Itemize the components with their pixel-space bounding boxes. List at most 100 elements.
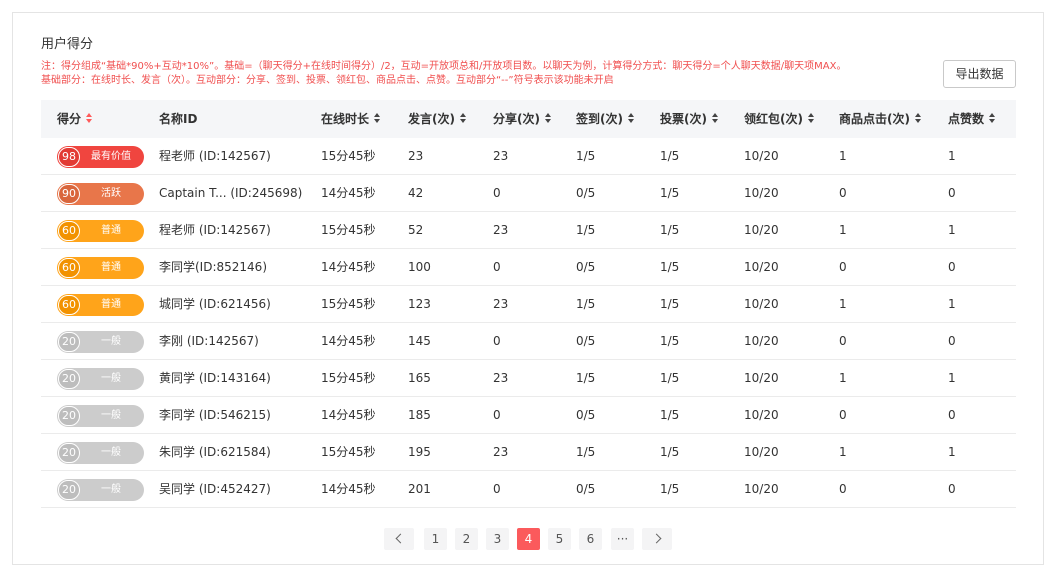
page-5-button[interactable]: 5: [548, 528, 571, 550]
cell-redpack: 10/20: [744, 445, 779, 459]
score-value: 20: [58, 332, 80, 352]
cell-vote: 1/5: [660, 408, 680, 422]
cell-checkin: 0/5: [576, 334, 596, 348]
cell-speak: 123: [408, 297, 431, 311]
sort-icon[interactable]: [989, 113, 996, 124]
score-badge: 60 普通: [57, 220, 144, 242]
cell-redpack: 10/20: [744, 408, 779, 422]
sort-icon[interactable]: [627, 113, 635, 124]
sort-icon[interactable]: [86, 113, 93, 124]
column-header-vote[interactable]: 投票(次): [660, 100, 719, 138]
cell-share: 23: [493, 445, 509, 459]
score-value: 98: [58, 147, 80, 167]
cell-online-time: 15分45秒: [321, 223, 376, 237]
cell-speak: 165: [408, 371, 431, 385]
tier-label: 普通: [101, 299, 121, 310]
score-value: 60: [58, 295, 80, 315]
score-note-line-2: 基础部分：在线时长、发言（次）。互动部分：分享、签到、投票、领红包、商品点击、点…: [41, 75, 614, 86]
cell-speak: 23: [408, 149, 424, 163]
cell-product-click: 0: [839, 260, 847, 274]
tier-label: 一般: [101, 410, 121, 421]
cell-online-time: 15分45秒: [321, 371, 376, 385]
cell-like: 1: [948, 223, 956, 237]
column-header-redpack[interactable]: 领红包(次): [744, 100, 815, 138]
cell-share: 0: [493, 482, 501, 496]
cell-online-time: 14分45秒: [321, 260, 376, 274]
page-ellipsis[interactable]: ···: [611, 528, 634, 550]
cell-checkin: 0/5: [576, 482, 596, 496]
column-header-checkin[interactable]: 签到(次): [576, 100, 635, 138]
cell-online-time: 14分45秒: [321, 186, 376, 200]
score-badge: 20 一般: [57, 405, 144, 427]
cell-speak: 201: [408, 482, 431, 496]
table-row: 20 一般 李同学 (ID:546215) 14分45秒 185 0 0/5 1/5 10/20…: [41, 397, 1016, 434]
score-value: 60: [58, 258, 80, 278]
tier-label: 一般: [101, 336, 121, 347]
cell-online-time: 14分45秒: [321, 408, 376, 422]
column-header-share[interactable]: 分享(次): [493, 100, 552, 138]
cell-name: 李同学(ID:852146): [159, 260, 267, 274]
column-header-label: 名称ID: [159, 112, 198, 126]
score-note: 注：得分组成“基础*90%+互动*10%”。基础=（聊天得分+在线时间得分）/2…: [41, 60, 921, 88]
column-header-label: 发言(次): [408, 112, 455, 126]
column-header-speak[interactable]: 发言(次): [408, 100, 467, 138]
cell-share: 23: [493, 371, 509, 385]
cell-vote: 1/5: [660, 445, 680, 459]
score-value: 90: [58, 184, 80, 204]
sort-icon[interactable]: [459, 113, 467, 124]
cell-checkin: 0/5: [576, 186, 596, 200]
tier-label: 普通: [101, 225, 121, 236]
table-row: 20 一般 黄同学 (ID:143164) 15分45秒 165 23 1/5 1/5 10/2…: [41, 360, 1016, 397]
prev-page-button[interactable]: [384, 528, 414, 550]
sort-icon[interactable]: [374, 113, 381, 124]
score-value: 20: [58, 443, 80, 463]
cell-redpack: 10/20: [744, 186, 779, 200]
cell-like: 0: [948, 260, 956, 274]
cell-online-time: 15分45秒: [321, 149, 376, 163]
export-data-button[interactable]: 导出数据: [943, 60, 1016, 88]
column-header-product-click[interactable]: 商品点击(次): [839, 100, 922, 138]
sort-icon[interactable]: [544, 113, 552, 124]
sort-icon[interactable]: [914, 113, 922, 124]
cell-vote: 1/5: [660, 260, 680, 274]
page-4-button[interactable]: 4: [517, 528, 540, 550]
tier-label: 活跃: [101, 188, 121, 199]
cell-vote: 1/5: [660, 334, 680, 348]
column-header-like[interactable]: 点赞数: [948, 100, 996, 138]
column-header-score[interactable]: 得分: [57, 100, 93, 138]
score-badge: 98 最有价值: [57, 146, 144, 168]
table-row: 20 一般 朱同学 (ID:621584) 15分45秒 195 23 1/5 1/5 10/2…: [41, 434, 1016, 471]
score-badge: 20 一般: [57, 479, 144, 501]
sort-icon[interactable]: [807, 113, 815, 124]
cell-online-time: 14分45秒: [321, 482, 376, 496]
cell-speak: 52: [408, 223, 424, 237]
table-row: 60 普通 李同学(ID:852146) 14分45秒 100 0 0/5 1/5 10/20 0…: [41, 249, 1016, 286]
cell-checkin: 1/5: [576, 223, 596, 237]
score-badge: 90 活跃: [57, 183, 144, 205]
page-6-button[interactable]: 6: [579, 528, 602, 550]
cell-name: 李刚 (ID:142567): [159, 334, 259, 348]
page-3-button[interactable]: 3: [486, 528, 509, 550]
column-header-label: 分享(次): [493, 112, 540, 126]
cell-checkin: 1/5: [576, 371, 596, 385]
cell-share: 23: [493, 297, 509, 311]
cell-like: 0: [948, 334, 956, 348]
cell-vote: 1/5: [660, 297, 680, 311]
page-2-button[interactable]: 2: [455, 528, 478, 550]
cell-checkin: 1/5: [576, 445, 596, 459]
table-row: 60 普通 程老师 (ID:142567) 15分45秒 52 23 1/5 1/5 10/20…: [41, 212, 1016, 249]
table-row: 20 一般 吴同学 (ID:452427) 14分45秒 201 0 0/5 1/5 10/20…: [41, 471, 1016, 508]
cell-vote: 1/5: [660, 223, 680, 237]
cell-checkin: 1/5: [576, 149, 596, 163]
page-1-button[interactable]: 1: [424, 528, 447, 550]
sort-icon[interactable]: [711, 113, 719, 124]
column-header-label: 投票(次): [660, 112, 707, 126]
chevron-right-icon: [651, 533, 661, 544]
column-header-online-time[interactable]: 在线时长: [321, 100, 381, 138]
cell-speak: 100: [408, 260, 431, 274]
column-header-name: 名称ID: [159, 100, 197, 138]
cell-share: 23: [493, 149, 509, 163]
score-value: 20: [58, 406, 80, 426]
chevron-left-icon: [395, 533, 405, 544]
next-page-button[interactable]: [642, 528, 672, 550]
